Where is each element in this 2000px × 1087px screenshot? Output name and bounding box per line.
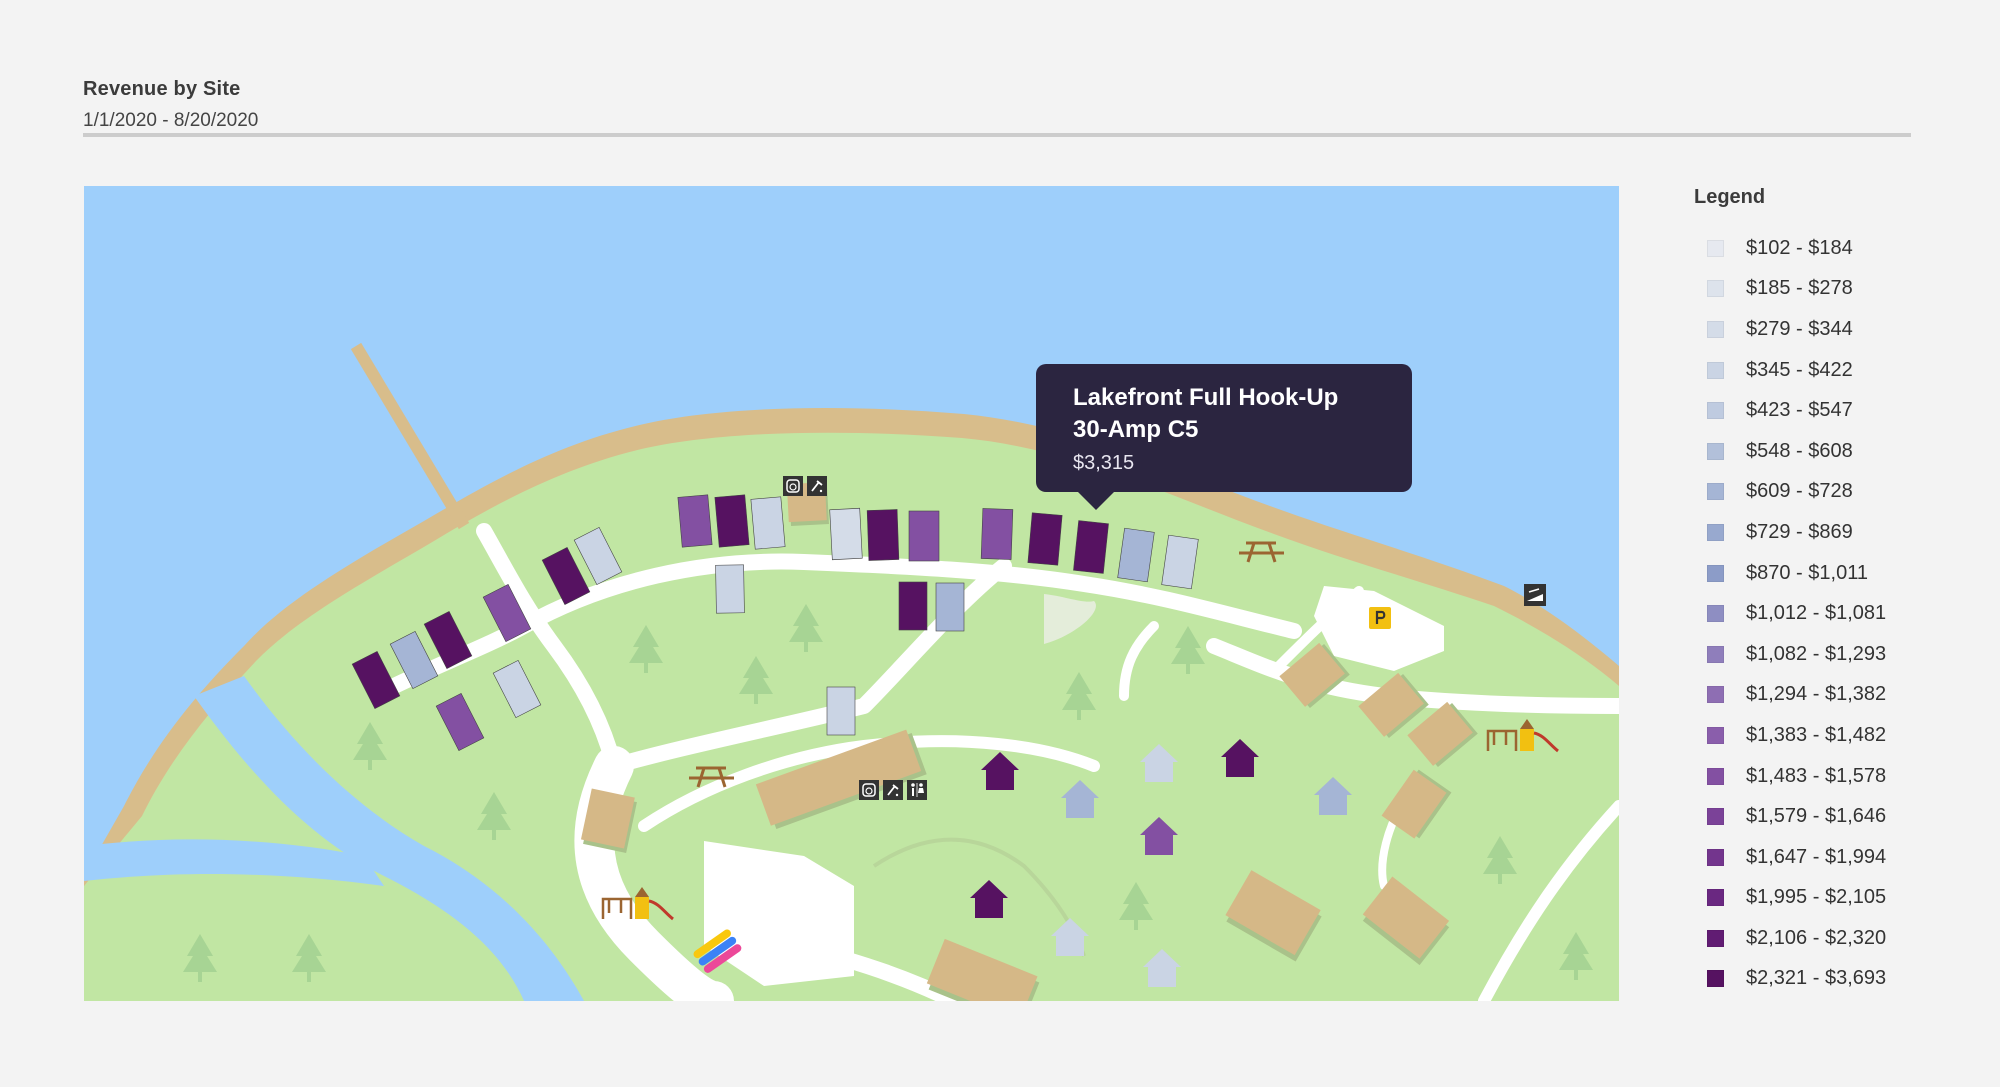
legend-item: $1,294 - $1,382 [1694,675,1954,716]
rv-site[interactable] [829,507,863,561]
legend-label: $2,321 - $3,693 [1746,967,1887,990]
rv-site-selected[interactable] [1073,520,1109,574]
legend-swatch [1707,361,1724,379]
shower-icon [883,780,903,800]
legend-item: $729 - $869 [1694,512,1954,553]
campground-map[interactable] [84,186,1619,1001]
legend-label: $1,012 - $1,081 [1746,602,1887,625]
site-tooltip: Lakefront Full Hook-Up 30-Amp C5 $3,315 [1036,364,1412,510]
legend-swatch [1707,402,1724,420]
legend-label: $185 - $278 [1746,277,1853,300]
legend-label: $1,579 - $1,646 [1746,805,1887,828]
legend-swatch [1707,483,1724,501]
legend-item: $1,995 - $2,105 [1694,878,1954,919]
report-header: Revenue by Site 1/1/2020 - 8/20/2020 [83,78,1911,132]
shower-icon [807,476,827,496]
legend-swatch [1707,523,1724,541]
legend-label: $1,483 - $1,578 [1746,764,1887,787]
legend-swatch [1707,239,1724,257]
legend-item: $423 - $547 [1694,390,1954,431]
legend-swatch [1707,442,1724,460]
laundry-icon [859,780,879,800]
legend-swatch [1707,320,1724,338]
legend-item: $2,321 - $3,693 [1694,959,1954,1000]
boat-ramp-icon [1524,584,1546,606]
legend-item: $1,012 - $1,081 [1694,593,1954,634]
legend-label: $279 - $344 [1746,317,1853,340]
legend: Legend $102 - $184 $185 - $278 $279 - $3… [1694,186,1954,999]
rv-site[interactable] [898,581,928,631]
rv-site[interactable] [750,496,786,550]
legend-label: $423 - $547 [1746,399,1853,422]
legend-label: $548 - $608 [1746,439,1853,462]
date-range: 1/1/2020 - 8/20/2020 [83,110,259,131]
legend-swatch [1707,848,1724,866]
legend-item: $102 - $184 [1694,228,1954,269]
legend-item: $609 - $728 [1694,472,1954,513]
legend-item: $1,383 - $1,482 [1694,715,1954,756]
legend-swatch [1707,605,1724,623]
rv-site[interactable] [980,508,1014,560]
legend-label: $1,995 - $2,105 [1746,886,1887,909]
legend-item: $279 - $344 [1694,309,1954,350]
legend-item: $1,483 - $1,578 [1694,756,1954,797]
legend-title: Legend [1694,186,1766,208]
rv-site[interactable] [866,509,900,561]
legend-label: $1,082 - $1,293 [1746,642,1887,665]
legend-label: $870 - $1,011 [1746,561,1868,584]
legend-swatch [1707,645,1724,663]
legend-item: $1,082 - $1,293 [1694,634,1954,675]
rv-site[interactable] [677,494,713,548]
legend-swatch [1707,280,1724,298]
tooltip-site-revenue: $3,315 [1073,452,1135,474]
rv-site[interactable] [714,494,750,548]
legend-swatch [1707,564,1724,582]
legend-swatch [1707,767,1724,785]
legend-swatch [1707,808,1724,826]
legend-swatch [1707,929,1724,947]
rv-site[interactable] [1027,512,1063,566]
rv-site[interactable] [715,564,745,614]
legend-label: $609 - $728 [1746,480,1853,503]
legend-label: $729 - $869 [1746,520,1853,543]
restroom-icon [907,780,927,800]
legend-swatch [1707,686,1724,704]
laundry-icon [783,476,803,496]
legend-label: $1,647 - $1,994 [1746,845,1887,868]
legend-item: $1,647 - $1,994 [1694,837,1954,878]
legend-item: $870 - $1,011 [1694,553,1954,594]
legend-label: $102 - $184 [1746,236,1853,259]
page-title: Revenue by Site [83,78,241,100]
legend-swatch [1707,889,1724,907]
legend-item: $548 - $608 [1694,431,1954,472]
rv-site[interactable] [826,686,856,736]
legend-items: $102 - $184 $185 - $278 $279 - $344 $345… [1694,228,1954,999]
header-divider [83,133,1911,137]
legend-swatch [1707,726,1724,744]
legend-item: $1,579 - $1,646 [1694,796,1954,837]
legend-label: $1,294 - $1,382 [1746,683,1887,706]
legend-item: $2,106 - $2,320 [1694,918,1954,959]
rv-site[interactable] [908,510,940,562]
legend-item: $345 - $422 [1694,350,1954,391]
rv-site[interactable] [935,582,965,632]
legend-label: $2,106 - $2,320 [1746,926,1887,949]
parking-icon [1369,607,1391,629]
legend-label: $1,383 - $1,482 [1746,723,1887,746]
legend-item: $185 - $278 [1694,269,1954,310]
tooltip-site-name: Lakefront Full Hook-Up 30-Amp C5 [1073,384,1339,443]
legend-label: $345 - $422 [1746,358,1853,381]
legend-swatch [1707,970,1724,988]
